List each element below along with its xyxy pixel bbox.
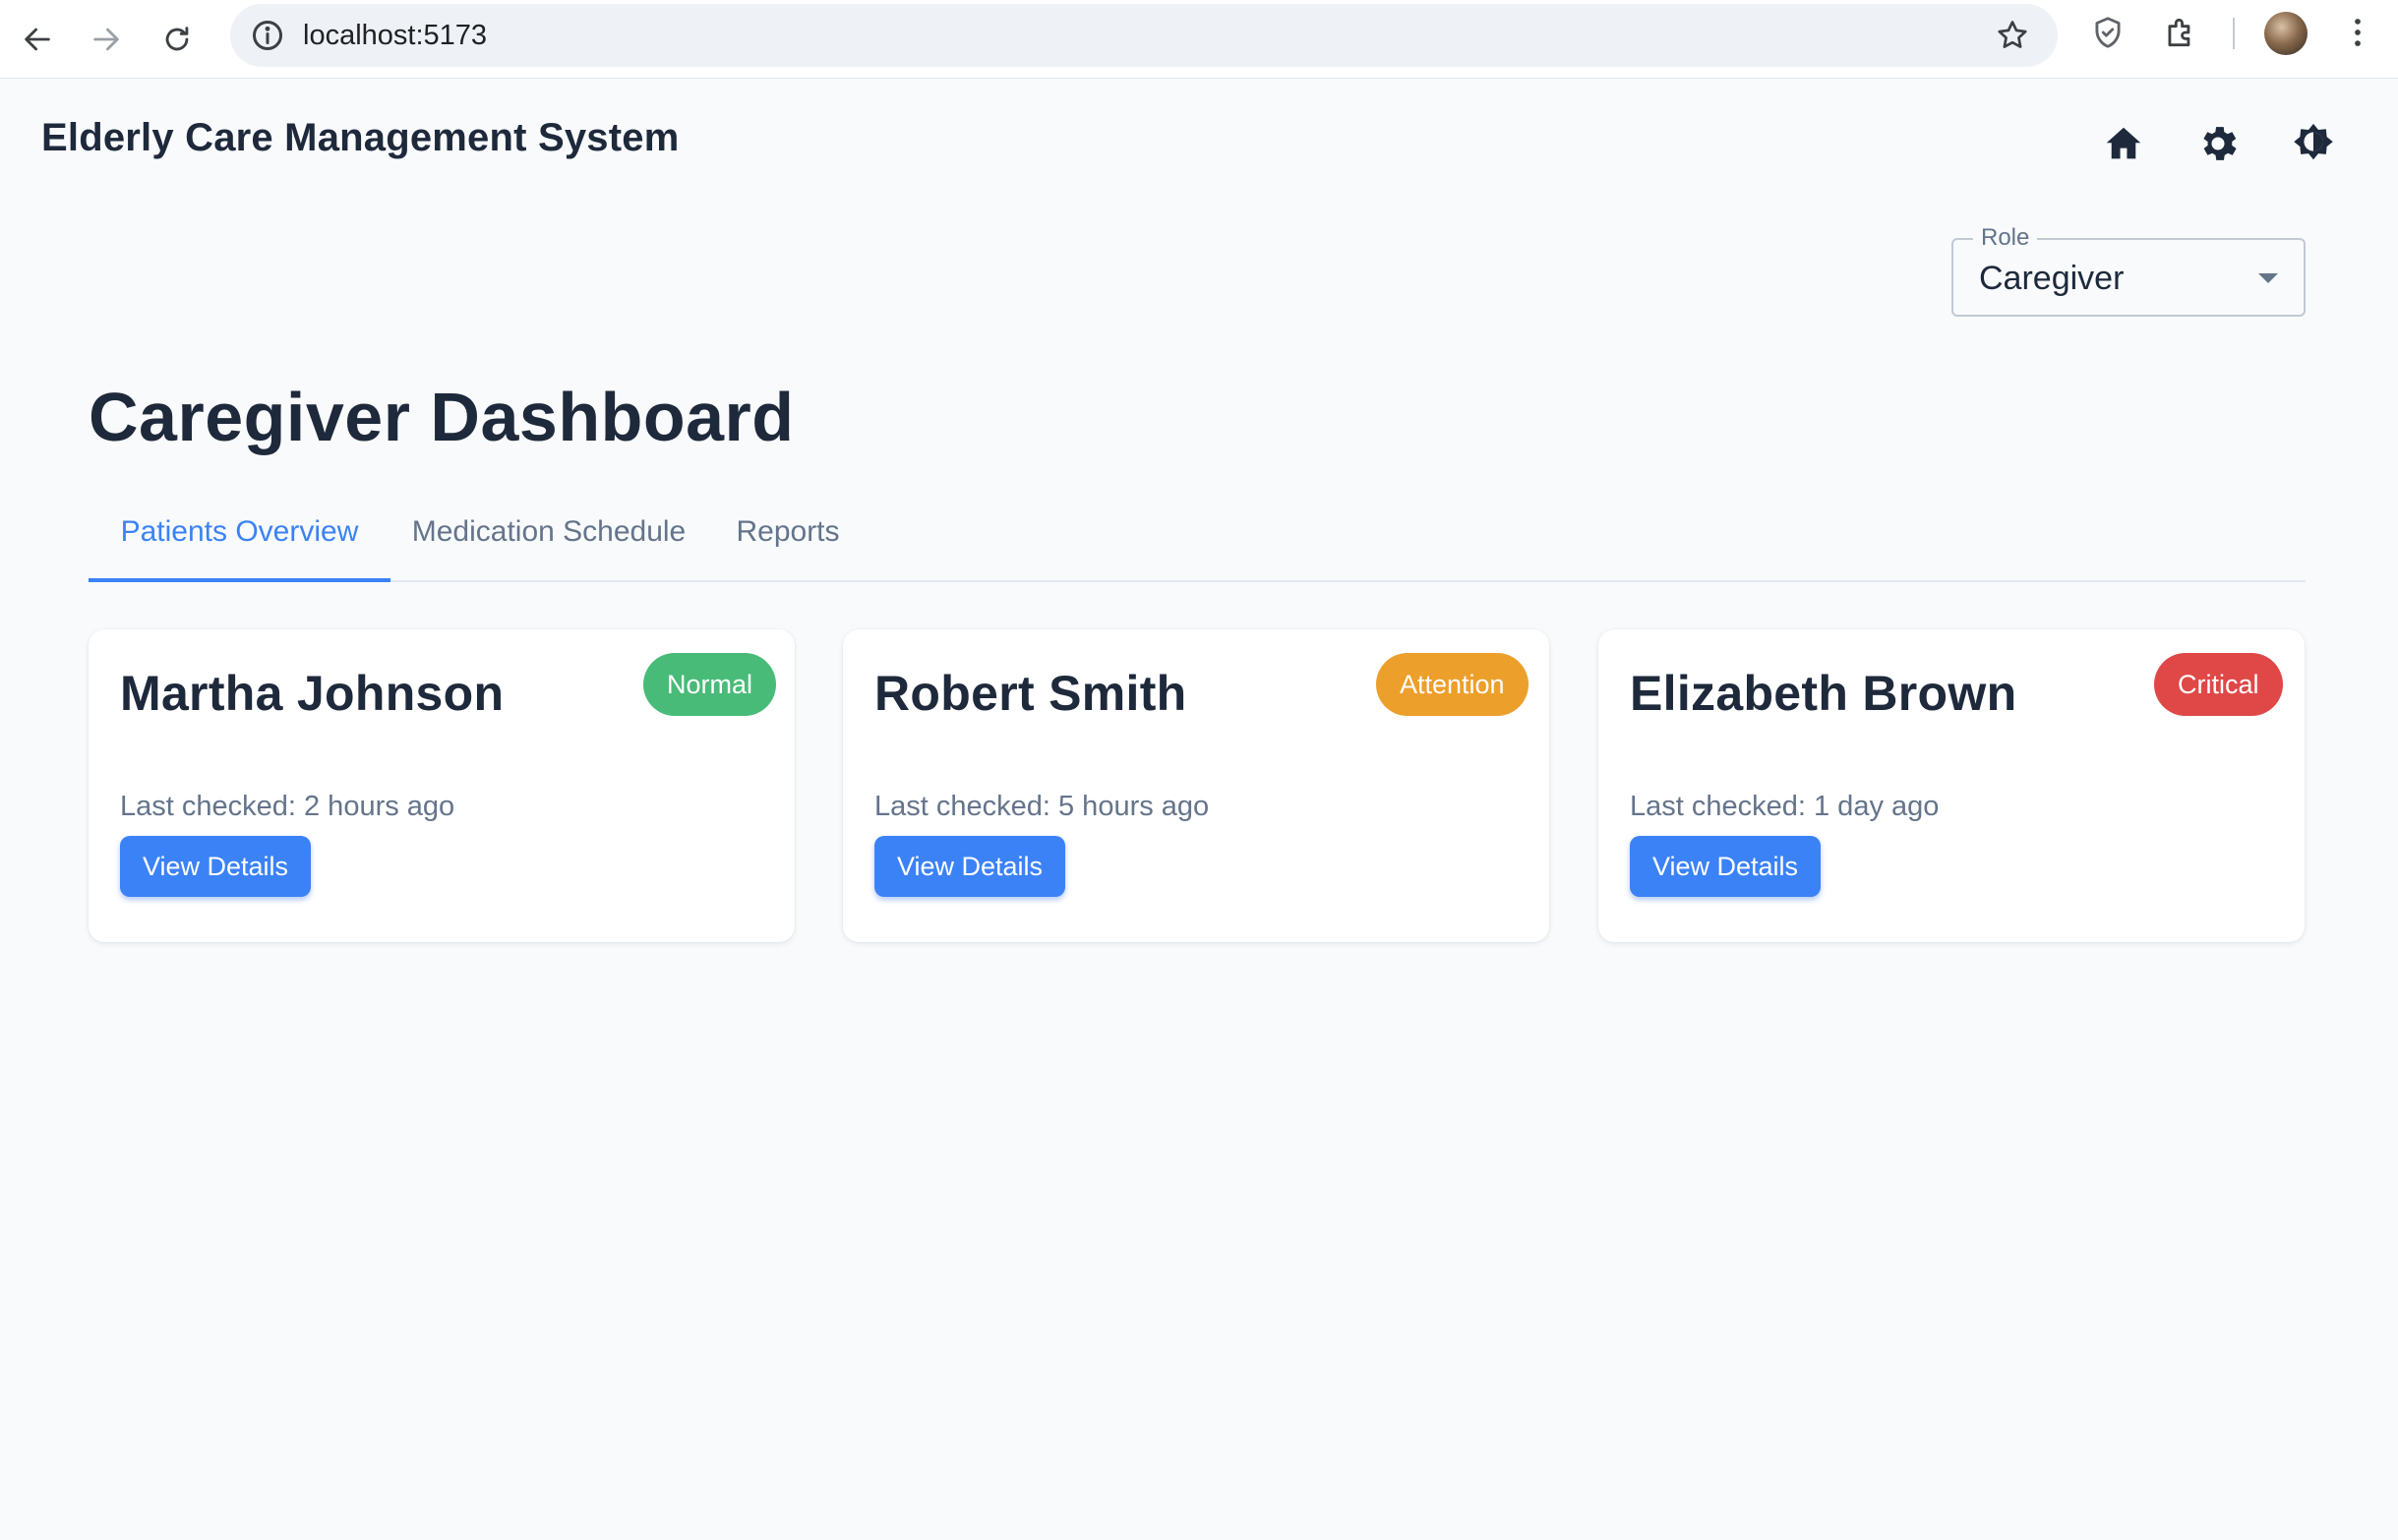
arrow-right-icon [93, 28, 119, 51]
settings-button[interactable] [2192, 118, 2244, 169]
last-checked-text: Last checked: 5 hours ago [874, 791, 1210, 822]
url-text[interactable]: localhost:5173 [303, 4, 487, 67]
reload-button[interactable] [150, 12, 205, 67]
home-button[interactable] [2098, 118, 2149, 169]
status-badge: Attention [1376, 653, 1529, 716]
patient-name: Robert Smith [874, 666, 1187, 721]
app-title: Elderly Care Management System [41, 116, 680, 159]
arrow-left-icon [25, 28, 50, 51]
home-icon [2106, 127, 2141, 159]
extensions-icon[interactable] [2162, 14, 2199, 51]
tab-reports[interactable]: Reports [707, 502, 869, 582]
theme-toggle-icon [2294, 123, 2333, 160]
patient-name: Martha Johnson [120, 666, 505, 721]
info-icon[interactable] [250, 18, 285, 53]
patient-card: Elizabeth Brown Critical Last checked: 1… [1598, 629, 2305, 942]
address-bar[interactable]: localhost:5173 [230, 4, 2058, 67]
star-icon[interactable] [1995, 18, 2030, 53]
more-menu-icon[interactable] [2339, 14, 2376, 51]
tab-bar: Patients Overview Medication Schedule Re… [89, 502, 2306, 582]
view-details-button[interactable]: View Details [874, 836, 1065, 897]
browser-toolbar: localhost:5173 [0, 0, 2398, 79]
shield-icon[interactable] [2089, 14, 2127, 51]
last-checked-text: Last checked: 2 hours ago [120, 791, 455, 822]
reload-icon [165, 27, 189, 51]
back-button[interactable] [10, 12, 65, 67]
theme-toggle-button[interactable] [2288, 118, 2339, 169]
status-badge: Normal [643, 653, 777, 716]
caret-down-icon[interactable] [2258, 273, 2278, 283]
view-details-button[interactable]: View Details [1630, 836, 1821, 897]
toolbar-divider [2233, 18, 2235, 49]
patient-card: Martha Johnson Normal Last checked: 2 ho… [89, 629, 795, 942]
active-tab-indicator [89, 578, 390, 582]
patient-name: Elizabeth Brown [1630, 666, 2017, 721]
tab-medication-schedule[interactable]: Medication Schedule [390, 502, 707, 582]
role-select[interactable]: Role Caregiver [1951, 224, 2306, 317]
status-badge: Critical [2154, 653, 2283, 716]
page-title: Caregiver Dashboard [89, 379, 795, 455]
forward-button[interactable] [79, 12, 134, 67]
tab-patients-overview[interactable]: Patients Overview [89, 502, 390, 582]
view-details-button[interactable]: View Details [120, 836, 311, 897]
patient-card: Robert Smith Attention Last checked: 5 h… [843, 629, 1549, 942]
gear-icon [2203, 127, 2237, 160]
profile-avatar[interactable] [2264, 12, 2308, 55]
role-select-value[interactable]: Caregiver [1979, 240, 2124, 317]
last-checked-text: Last checked: 1 day ago [1630, 791, 1940, 822]
